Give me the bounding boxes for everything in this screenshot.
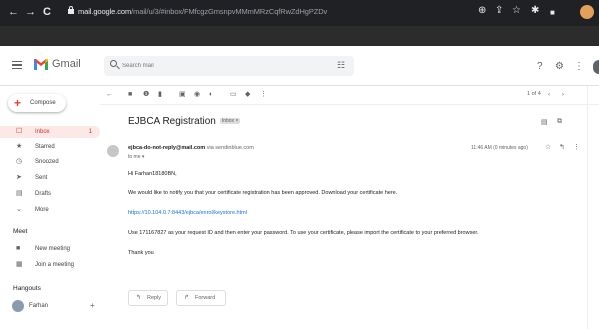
message-signoff: Thank you <box>128 250 154 256</box>
side-panel-divider <box>587 86 588 329</box>
sidebar-item-label: More <box>35 207 49 213</box>
send-icon: ➤ <box>16 174 22 181</box>
sender-via: via sendinblue.com <box>205 145 254 151</box>
sidebar-item-starred[interactable]: ★ Starred <box>0 141 100 153</box>
sidebar-item-label: Inbox <box>35 129 50 135</box>
hangouts-user[interactable]: Farhan + <box>12 300 102 314</box>
share-icon[interactable]: ⇪ <box>495 5 503 17</box>
sidebar-item-label: Join a meeting <box>35 262 75 268</box>
inbox-icon: ☐ <box>16 128 23 135</box>
reply-icon: ↰ <box>136 295 142 301</box>
clock-icon: ◷ <box>16 158 23 165</box>
avatar <box>107 145 119 157</box>
gmail-logo-icon[interactable] <box>33 56 49 72</box>
settings-icon[interactable]: ⚙ <box>555 62 564 72</box>
url-text[interactable]: mail.google.com/mail/u/3/#inbox/FMfcgzGm… <box>78 7 327 16</box>
compose-button[interactable]: + Compose <box>8 94 66 112</box>
sidebar-item-sent[interactable]: ➤ Sent <box>0 172 100 184</box>
meet-section-title: Meet <box>13 228 28 235</box>
main-menu-icon[interactable] <box>12 61 22 69</box>
bookmarks-bar <box>0 26 599 46</box>
inbox-label-badge[interactable]: Inbox × <box>219 118 241 125</box>
draft-icon: ▤ <box>16 190 23 197</box>
back-to-inbox-icon[interactable]: ← <box>106 91 113 99</box>
back-icon[interactable]: ← <box>8 5 19 19</box>
pagination-text: 1 of 4 <box>527 91 541 97</box>
more-vert-icon[interactable]: ⋮ <box>573 144 580 152</box>
sidebar-item-join-meeting[interactable]: ▦ Join a meeting <box>0 259 100 271</box>
forward-icon[interactable]: → <box>25 5 36 19</box>
gmail-brand: Gmail <box>52 58 81 70</box>
recipient-line[interactable]: to me ▾ <box>128 154 144 160</box>
chevron-left-icon[interactable]: ‹ <box>548 91 550 99</box>
video-camera-icon: ■ <box>16 245 21 252</box>
report-spam-icon[interactable]: ❶ <box>143 91 149 99</box>
zoom-icon[interactable]: ⊕ <box>478 5 486 17</box>
sender-name[interactable]: ejbca-do-not-reply@mail.com <box>128 145 205 151</box>
help-icon[interactable]: ? <box>537 62 543 72</box>
message-subject: EJBCA Registration Inbox × <box>128 116 241 127</box>
chevron-down-icon: ⌄ <box>16 206 22 213</box>
avatar <box>12 300 24 312</box>
sidebar-item-snoozed[interactable]: ◷ Snoozed <box>0 156 100 168</box>
sidebar-item-new-meeting[interactable]: ■ New meeting <box>0 243 100 255</box>
tab-icon[interactable]: ■ <box>550 7 555 19</box>
compose-label: Compose <box>30 100 56 106</box>
move-to-icon[interactable]: ▭ <box>230 91 237 99</box>
lock-icon <box>68 6 74 14</box>
search-bar[interactable]: ☷ <box>104 56 354 76</box>
certificate-link[interactable]: https://10.104.0.7:8443/ejbca/enrol/keys… <box>128 210 247 216</box>
reply-icon[interactable]: ↰ <box>559 144 565 152</box>
toolbar-divider <box>100 104 599 105</box>
gmail-header: Gmail ☷ ? ⚙ ⋮ <box>0 46 599 86</box>
print-icon[interactable]: ▤ <box>541 118 548 126</box>
message-greeting: Hi Farhan18180BN, <box>128 171 177 177</box>
open-new-window-icon[interactable]: ⧉ <box>557 118 562 126</box>
account-avatar[interactable] <box>593 60 599 74</box>
bookmark-star-icon[interactable]: ☆ <box>512 5 521 17</box>
message-paragraph: Use 171167827 as your request ID and the… <box>128 230 479 236</box>
more-options-icon[interactable]: ⋮ <box>260 91 267 99</box>
add-contact-icon[interactable]: + <box>90 301 95 310</box>
sidebar-item-label: New meeting <box>35 246 71 252</box>
browser-toolbar: ← → C mail.google.com/mail/u/3/#inbox/FM… <box>0 0 599 26</box>
search-icon[interactable] <box>110 60 117 67</box>
compose-plus-icon: + <box>14 96 22 110</box>
star-icon[interactable]: ☆ <box>545 144 551 152</box>
sidebar-item-label: Starred <box>35 144 55 150</box>
reply-label: Reply <box>147 295 162 301</box>
browser-profile-avatar[interactable] <box>580 5 594 19</box>
unread-count: 1 <box>88 129 92 135</box>
sender-line: ejbca-do-not-reply@mail.com via sendinbl… <box>128 145 254 151</box>
forward-button[interactable]: ↱ Forward <box>176 290 226 306</box>
search-input[interactable] <box>122 60 322 72</box>
extensions-icon[interactable]: ✱ <box>531 5 539 17</box>
snooze-icon[interactable]: ◉ <box>194 91 200 99</box>
archive-icon[interactable]: ■ <box>128 91 132 99</box>
sidebar-item-drafts[interactable]: ▤ Drafts <box>0 188 100 200</box>
forward-label: Forward <box>195 295 216 301</box>
mark-unread-icon[interactable]: ▣ <box>179 91 186 99</box>
sidebar-item-label: Snoozed <box>35 159 59 165</box>
keyboard-icon: ▦ <box>16 261 23 268</box>
reload-icon[interactable]: C <box>43 5 51 19</box>
hangouts-user-name: Farhan <box>29 303 49 309</box>
sidebar-item-more[interactable]: ⌄ More <box>0 204 100 216</box>
sidebar-item-inbox[interactable]: ☐ Inbox 1 <box>0 126 100 138</box>
search-options-icon[interactable]: ☷ <box>337 60 345 71</box>
sidebar-item-label: Drafts <box>35 191 52 197</box>
chevron-right-icon[interactable]: › <box>562 91 564 99</box>
add-to-tasks-icon[interactable]: ◐ <box>209 91 213 99</box>
forward-icon: ↱ <box>184 295 190 301</box>
hangouts-section-title: Hangouts <box>13 285 41 292</box>
message-paragraph: We would like to notify you that your ce… <box>128 190 398 196</box>
message-timestamp: 11:46 AM (0 minutes ago) <box>471 145 528 151</box>
subject-text: EJBCA Registration <box>128 116 216 127</box>
reply-button[interactable]: ↰ Reply <box>128 290 168 306</box>
delete-icon[interactable]: ▮ <box>158 91 162 99</box>
apps-icon[interactable]: ⋮ <box>574 62 584 72</box>
labels-icon[interactable]: ◆ <box>245 91 250 99</box>
star-icon: ★ <box>16 143 23 150</box>
sidebar-item-label: Sent <box>35 175 48 181</box>
